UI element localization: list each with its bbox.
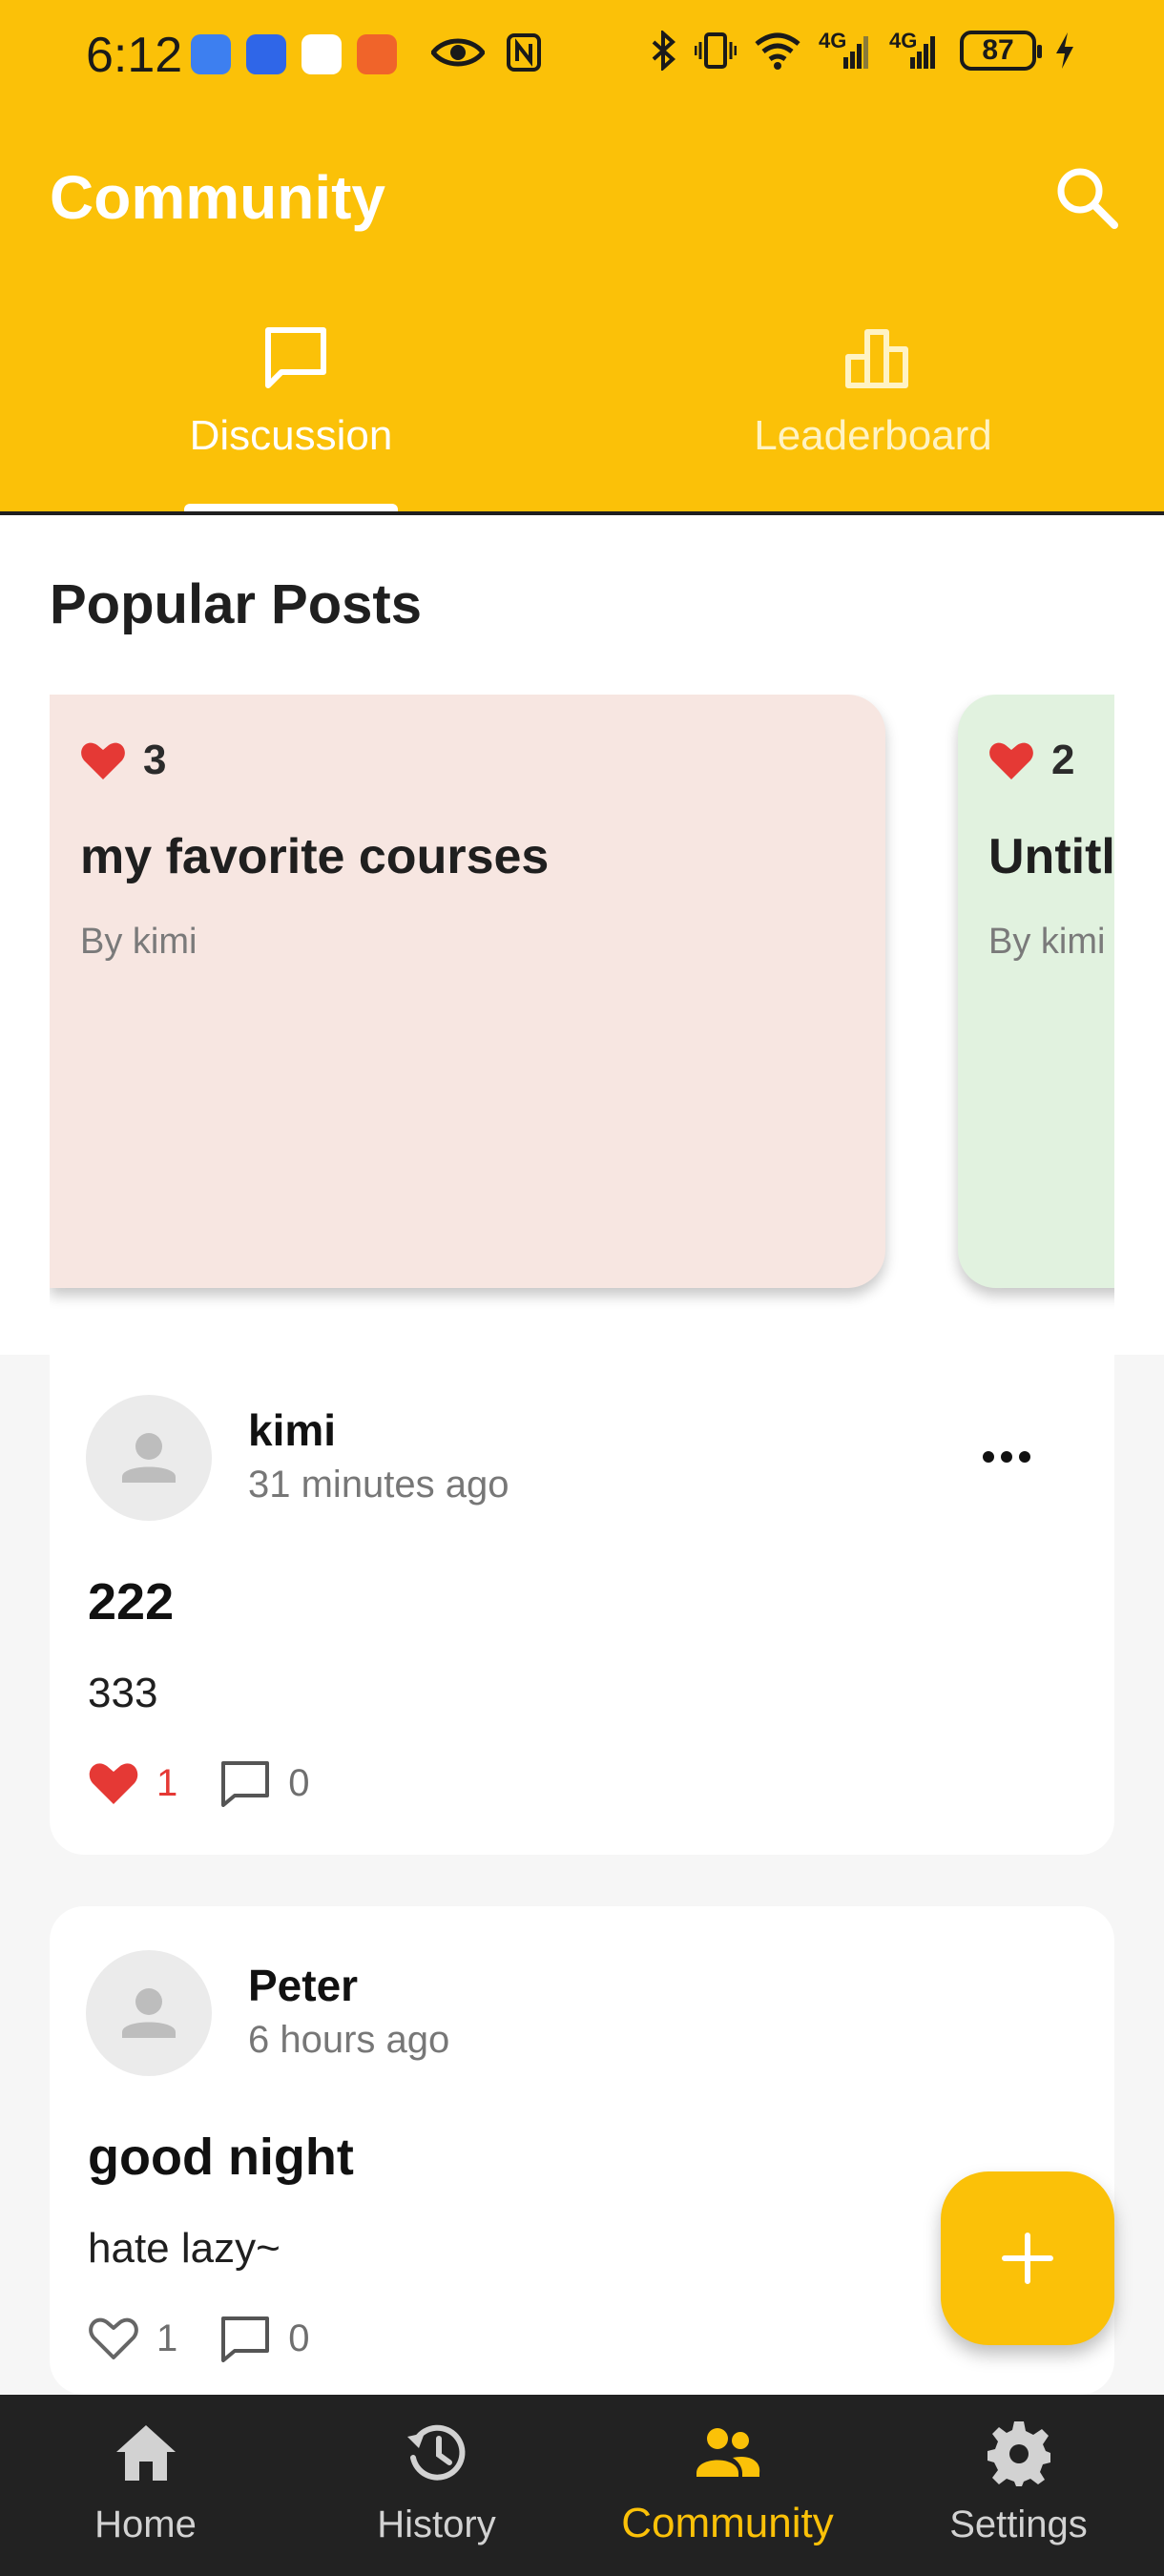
eye-icon [431,38,485,67]
heart-icon [81,742,125,779]
bluetooth-icon [652,31,676,71]
nav-label: Community [621,2500,834,2546]
search-button[interactable] [1050,160,1126,237]
like-count-value: 3 [143,737,167,783]
like-count: 3 [80,737,166,784]
gear-icon [987,2421,1050,2486]
status-time: 6:12 [86,28,183,83]
search-icon [1057,168,1118,229]
app-notification-icon [246,34,286,74]
history-icon [407,2424,466,2481]
bottom-navigation: Home History Community Settings [0,2395,1164,2576]
tab-discussion[interactable]: Discussion [100,324,482,515]
app-notification-icon [357,34,397,74]
notification-icons [191,34,397,74]
nav-item-history[interactable]: History [291,2395,582,2576]
person-icon [122,1433,176,1483]
status-bar: 6:12 4G 4G 87 [0,0,1164,114]
plus-icon [1002,2233,1053,2284]
popular-post-card[interactable]: 3 my favorite courses By kimi [50,695,885,1288]
usb-notification-icon [191,34,231,74]
more-dot-icon [983,1451,994,1463]
nav-item-settings[interactable]: Settings [873,2395,1164,2576]
comment-button[interactable]: 0 [219,2315,310,2362]
person-icon [122,1988,176,2038]
people-icon [696,2428,760,2477]
new-post-button[interactable] [941,2171,1114,2345]
comment-icon [221,2316,270,2362]
post-timestamp: 6 hours ago [248,2019,450,2061]
like-count-value: 2 [1051,737,1075,783]
heart-filled-icon [89,1763,138,1804]
post-title: good night [88,2129,354,2186]
popular-post-title: my favorite courses [80,829,550,884]
nav-item-community[interactable]: Community [582,2395,873,2576]
heart-outline-icon [89,2317,138,2359]
comment-count: 0 [288,2316,310,2359]
tab-label: Discussion [189,412,393,459]
system-icons-right: 4G 4G 87 [649,31,1076,71]
like-count: 1 [156,2316,178,2359]
avatar[interactable] [86,1395,212,1521]
post-title: 222 [88,1573,175,1631]
chat-bubble-icon [265,327,326,388]
post-author[interactable]: Peter [248,1960,358,2011]
system-icons-left [431,32,542,73]
post-timestamp: 31 minutes ago [248,1464,509,1506]
nfc-icon [507,33,541,72]
like-count: 2 [988,737,1074,784]
popular-posts-section: Popular Posts 3 my favorite courses By k… [0,515,1164,1355]
like-count: 1 [156,1761,178,1804]
nav-item-home[interactable]: Home [0,2395,291,2576]
post-body: hate lazy~ [88,2225,281,2272]
heart-icon [989,742,1033,779]
post-card[interactable]: kimi 31 minutes ago 222 333 1 0 [50,1351,1114,1855]
page-title: Community [50,163,385,232]
comment-button[interactable]: 0 [219,1759,310,1807]
more-dot-icon [1019,1451,1030,1463]
post-body: 333 [88,1670,158,1716]
more-options-button[interactable] [973,1423,1040,1490]
nav-label: Home [94,2503,197,2545]
app-header: 6:12 4G 4G 87 Community Discussion Leade… [0,0,1164,515]
home-icon [116,2425,176,2481]
popular-post-author: By kimi [80,922,197,962]
section-title: Popular Posts [50,573,422,635]
tab-leaderboard[interactable]: Leaderboard [682,324,1064,515]
battery-indicator: 87 [960,31,1042,71]
like-button[interactable]: 1 [88,1759,177,1807]
popular-posts-carousel[interactable]: 3 my favorite courses By kimi 2 Untitled… [50,695,1114,1324]
browser-notification-icon [301,34,342,74]
charging-icon [1056,32,1073,69]
vibrate-icon [695,32,737,69]
comment-icon [221,1761,270,1807]
more-dot-icon [1001,1451,1012,1463]
wifi-icon [755,32,800,70]
like-button[interactable]: 1 [88,2315,177,2362]
nav-label: History [377,2503,496,2545]
avatar[interactable] [86,1950,212,2076]
popular-post-card[interactable]: 2 Untitled By kimi [958,695,1114,1288]
nav-label: Settings [949,2503,1088,2545]
popular-post-author: By kimi [988,922,1106,962]
post-author[interactable]: kimi [248,1404,336,1456]
tab-label: Leaderboard [754,412,992,459]
comment-count: 0 [288,1761,310,1804]
post-actions: 1 0 [88,2315,352,2362]
cell-signal-1-icon: 4G [819,31,872,71]
popular-post-title: Untitled [988,829,1114,884]
cell-signal-2-icon: 4G [889,31,943,71]
bar-chart-icon [845,329,908,388]
post-actions: 1 0 [88,1759,352,1807]
